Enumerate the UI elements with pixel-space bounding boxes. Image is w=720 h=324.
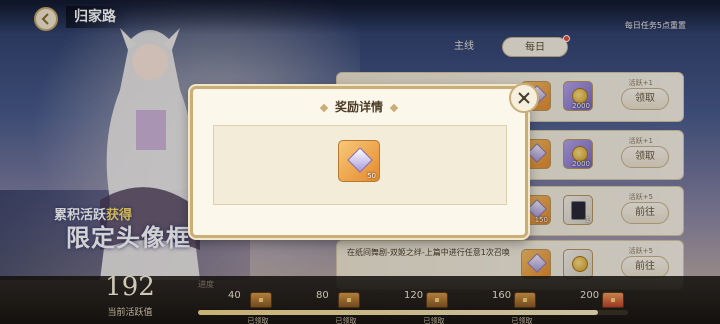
game-screen: 累积活跃获得 限定头像框 归家路 每日任务5点重置 主线 每日 2000 活跃+…	[0, 0, 720, 324]
reward-panel: 50	[213, 125, 507, 205]
modal-title-text: 奖励详情	[334, 100, 383, 114]
close-button[interactable]	[509, 83, 539, 113]
gem-icon	[347, 147, 373, 173]
modal-title: 奖励详情	[193, 98, 525, 115]
reward-item[interactable]: 50	[338, 140, 380, 182]
close-icon	[518, 92, 530, 104]
ornament-icon	[389, 103, 399, 112]
reward-detail-modal: 奖励详情 50	[190, 83, 539, 238]
reward-count: 50	[367, 172, 376, 180]
ornament-icon	[319, 103, 329, 112]
